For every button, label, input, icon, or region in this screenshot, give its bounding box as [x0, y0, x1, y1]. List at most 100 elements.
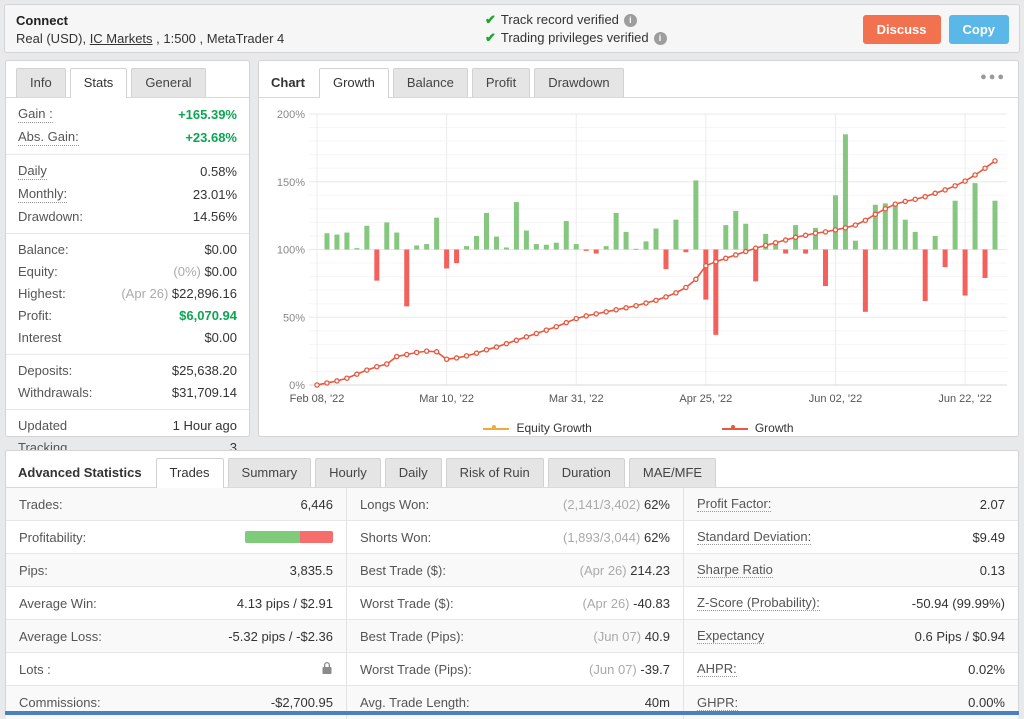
stat-label: Daily — [18, 163, 47, 180]
gain-bar — [723, 225, 728, 249]
tab-growth[interactable]: Growth — [319, 68, 389, 98]
gain-bar — [873, 205, 878, 250]
gain-bar — [584, 250, 589, 251]
discuss-button[interactable]: Discuss — [863, 15, 941, 44]
gain-bar — [743, 224, 748, 250]
tab-profit[interactable]: Profit — [472, 68, 530, 97]
growth-point — [644, 301, 648, 305]
growth-point — [365, 368, 369, 372]
tab-summary[interactable]: Summary — [228, 458, 312, 487]
tab-daily[interactable]: Daily — [385, 458, 442, 487]
growth-point — [504, 342, 508, 346]
svg-text:Feb 08, '22: Feb 08, '22 — [290, 393, 345, 405]
stat-label: Commissions: — [19, 695, 101, 710]
growth-chart: 0%50%100%150%200%Feb 08, '22Mar 10, '22M… — [259, 98, 1018, 421]
stat-value: 1 Hour ago — [173, 418, 237, 434]
tab-mae-mfe[interactable]: MAE/MFE — [629, 458, 716, 487]
growth-point — [863, 218, 867, 222]
broker-link[interactable]: IC Markets — [90, 31, 153, 46]
growth-point — [903, 199, 907, 203]
statistics-column: Longs Won:(2,141/3,402) 62%Shorts Won:(1… — [347, 488, 684, 719]
svg-text:Mar 31, '22: Mar 31, '22 — [549, 393, 604, 405]
gain-bar — [923, 250, 928, 301]
statistics-column: Profit Factor:2.07Standard Deviation:$9.… — [684, 488, 1018, 719]
stat-label: GHPR: — [697, 695, 738, 711]
tab-general[interactable]: General — [131, 68, 205, 97]
stat-label: Equity: — [18, 264, 58, 280]
stat-label: Gain : — [18, 106, 53, 123]
info-icon[interactable]: i — [654, 32, 667, 45]
stat-row-best-trade: Best Trade ($): (Apr 26) 214.23 — [347, 554, 683, 587]
growth-point — [355, 372, 359, 376]
stat-label: Expectancy — [697, 628, 764, 644]
tab-stats[interactable]: Stats — [70, 68, 128, 98]
gain-bar — [903, 220, 908, 250]
growth-point — [604, 310, 608, 314]
chart-menu-icon[interactable]: ●●● — [980, 71, 1006, 83]
stat-value: $25,638.20 — [172, 363, 237, 379]
tab-duration[interactable]: Duration — [548, 458, 625, 487]
tab-drawdown[interactable]: Drawdown — [534, 68, 623, 97]
next-section-strip — [5, 711, 1019, 715]
legend-line — [483, 428, 509, 430]
legend-item-equity-growth[interactable]: Equity Growth — [483, 421, 591, 435]
tab-hourly[interactable]: Hourly — [315, 458, 381, 487]
stat-value: $31,709.14 — [172, 385, 237, 401]
growth-point — [704, 264, 708, 268]
stat-row-average-loss: Average Loss:-5.32 pips / -$2.36 — [6, 620, 346, 653]
gain-bar — [534, 244, 539, 249]
svg-text:0%: 0% — [289, 380, 305, 392]
stat-value-main: -40.83 — [633, 596, 670, 611]
stat-row-deposits: Deposits:$25,638.20 — [6, 360, 249, 382]
stat-value: $0.00 — [204, 330, 237, 346]
tab-trades[interactable]: Trades — [156, 458, 224, 488]
gain-bar — [454, 250, 459, 264]
stat-value: 0.6 Pips / $0.94 — [915, 629, 1005, 644]
svg-text:100%: 100% — [277, 245, 305, 257]
tab-info[interactable]: Info — [16, 68, 66, 97]
legend-item-growth[interactable]: Growth — [722, 421, 794, 435]
info-icon[interactable]: i — [624, 14, 637, 27]
stat-value-main: 214.23 — [630, 563, 670, 578]
growth-point — [734, 253, 738, 257]
copy-button[interactable]: Copy — [949, 15, 1010, 44]
growth-point — [544, 328, 548, 332]
stat-row-sharpe-ratio: Sharpe Ratio0.13 — [684, 554, 1018, 587]
gain-bar — [983, 250, 988, 278]
stat-label: Monthly: — [18, 186, 67, 203]
stat-row-abs-gain: Abs. Gain:+23.68% — [6, 126, 249, 149]
stat-row-drawdown: Drawdown:14.56% — [6, 206, 249, 228]
tab-balance[interactable]: Balance — [393, 68, 468, 97]
gain-bar — [993, 201, 998, 250]
gain-bar — [574, 244, 579, 249]
account-type: Real (USD), — [16, 31, 90, 46]
chart-legend: Equity Growth Growth — [259, 421, 1018, 435]
stat-value-muted: (Apr 26) — [580, 563, 631, 578]
gain-bar — [893, 205, 898, 250]
growth-point — [893, 202, 897, 206]
stat-label: Profitability: — [19, 530, 86, 545]
stat-value: -50.94 (99.99%) — [912, 596, 1005, 611]
growth-point — [943, 188, 947, 192]
stat-row-worst-trade-pips: Worst Trade (Pips):(Jun 07) -39.7 — [347, 653, 683, 686]
svg-text:Jun 02, '22: Jun 02, '22 — [809, 393, 862, 405]
gain-bar — [683, 250, 688, 253]
stat-label: Best Trade ($): — [360, 563, 446, 578]
gain-bar — [364, 226, 369, 250]
stat-value: +23.68% — [185, 130, 237, 146]
account-title: Connect — [16, 13, 68, 28]
stat-label: Sharpe Ratio — [697, 562, 773, 578]
growth-point — [574, 317, 578, 321]
growth-point — [883, 207, 887, 211]
growth-point — [973, 173, 977, 177]
gain-bar — [484, 213, 489, 250]
growth-point — [594, 312, 598, 316]
stat-value-main: 62% — [644, 497, 670, 512]
stat-value: 6,446 — [300, 497, 333, 512]
verification-badges: ✔ Track record verified i ✔ Trading priv… — [485, 11, 667, 47]
stat-label: Interest — [18, 330, 61, 346]
svg-text:Mar 10, '22: Mar 10, '22 — [419, 393, 474, 405]
growth-point — [664, 295, 668, 299]
tab-risk-of-ruin[interactable]: Risk of Ruin — [446, 458, 544, 487]
stat-label: Standard Deviation: — [697, 529, 811, 545]
